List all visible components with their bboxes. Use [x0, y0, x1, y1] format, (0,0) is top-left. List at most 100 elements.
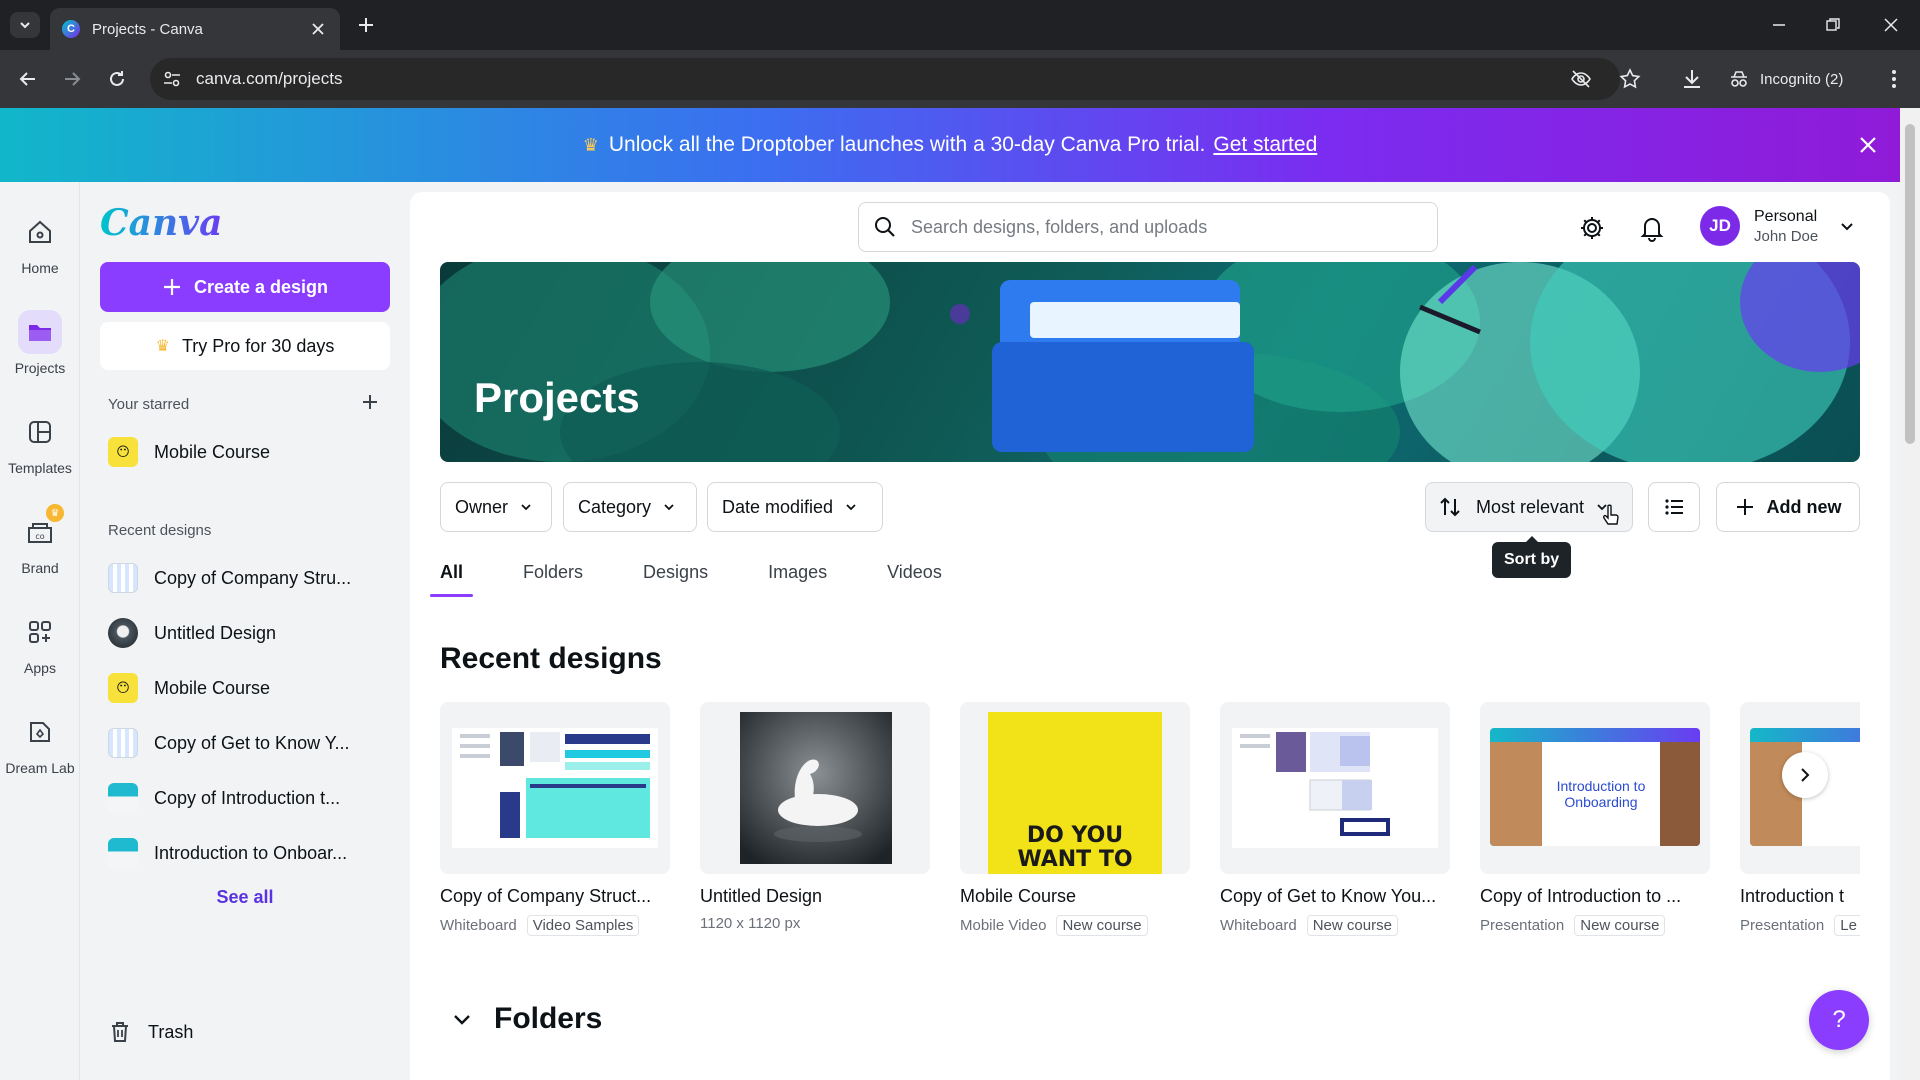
tab-images[interactable]: Images — [768, 554, 827, 597]
recent-item[interactable]: Introduction to Onboar... — [108, 833, 398, 873]
bookmark-star-icon[interactable] — [1618, 67, 1642, 91]
rail-item-home[interactable]: Home — [0, 210, 80, 276]
recent-item[interactable]: 😶 Mobile Course — [108, 668, 398, 708]
design-card[interactable]: Introduction t Presentation Le — [1740, 702, 1860, 936]
site-info-icon[interactable] — [162, 69, 182, 89]
download-icon[interactable] — [1680, 67, 1704, 91]
thumbnail-text: Introduction to Onboarding — [1556, 778, 1646, 810]
design-card[interactable]: Copy of Company Struct... Whiteboard Vid… — [440, 702, 670, 936]
design-type: Mobile Video — [960, 917, 1047, 934]
search-input[interactable] — [911, 216, 1411, 238]
design-card[interactable]: Untitled Design 1120 x 1120 px — [700, 702, 930, 932]
chevron-down-icon — [521, 504, 531, 511]
recent-item-label: Introduction to Onboar... — [154, 842, 348, 863]
recent-item[interactable]: Untitled Design — [108, 613, 398, 653]
chevron-right-icon — [1801, 768, 1810, 782]
recent-section-label: Recent designs — [108, 522, 212, 539]
design-card[interactable]: Copy of Get to Know You... Whiteboard Ne… — [1220, 702, 1450, 936]
browser-tab-active[interactable]: C Projects - Canva — [50, 8, 340, 50]
settings-gear-icon[interactable] — [1578, 214, 1606, 242]
recent-item[interactable]: Copy of Introduction t... — [108, 778, 398, 818]
recent-item[interactable]: Copy of Company Stru... — [108, 558, 398, 598]
rail-item-brand[interactable]: co ♛ Brand — [0, 504, 80, 576]
design-type: 1120 x 1120 px — [700, 915, 801, 932]
brand-icon: co ♛ — [18, 504, 64, 554]
reload-button[interactable] — [103, 65, 131, 93]
notifications-bell-icon[interactable] — [1638, 214, 1666, 242]
add-starred-icon[interactable] — [360, 392, 380, 412]
design-thumbnail — [108, 838, 138, 868]
account-type: Personal — [1754, 207, 1818, 225]
folders-title: Folders — [494, 1002, 603, 1035]
address-bar[interactable]: canva.com/projects — [150, 58, 1620, 100]
plus-icon — [359, 18, 373, 32]
category-filter[interactable]: Category — [563, 482, 697, 532]
url-text: canva.com/projects — [196, 69, 343, 88]
carousel-next-button[interactable] — [1782, 752, 1828, 798]
tab-all[interactable]: All — [429, 554, 474, 597]
back-button[interactable] — [14, 65, 42, 93]
close-promo-icon[interactable] — [1856, 133, 1880, 157]
tab-folders[interactable]: Folders — [523, 554, 583, 597]
see-all-link[interactable]: See all — [80, 887, 410, 908]
rail-item-dream-lab[interactable]: Dream Lab — [0, 710, 80, 776]
rail-item-projects[interactable]: Projects — [0, 310, 80, 376]
rail-item-apps[interactable]: Apps — [0, 610, 80, 676]
add-new-button[interactable]: Add new — [1716, 482, 1860, 532]
sort-arrows-icon — [1440, 497, 1460, 517]
avatar: JD — [1700, 206, 1740, 246]
promo-banner: ♛ Unlock all the Droptober launches with… — [0, 108, 1900, 182]
recent-item-label: Copy of Get to Know Y... — [154, 732, 350, 753]
close-window-button[interactable] — [1876, 12, 1906, 38]
tab-designs[interactable]: Designs — [643, 554, 708, 597]
reload-icon — [110, 71, 124, 86]
account-switcher[interactable]: JD Personal John Doe — [1700, 206, 1854, 246]
incognito-indicator[interactable]: Incognito (2) — [1728, 58, 1843, 100]
rail-item-templates[interactable]: Templates — [0, 410, 80, 476]
restore-window-button[interactable] — [1818, 12, 1848, 38]
canva-logo[interactable]: Canva — [100, 202, 222, 244]
owner-filter[interactable]: Owner — [440, 482, 552, 532]
minimize-window-button[interactable] — [1764, 12, 1794, 38]
incognito-icon — [1731, 71, 1747, 87]
promo-message: Unlock all the Droptober launches with a… — [608, 133, 1206, 156]
design-card[interactable]: DO YOU WANT TO Mobile Course Mobile Vide… — [960, 702, 1190, 936]
try-pro-button[interactable]: ♛ Try Pro for 30 days — [100, 322, 390, 370]
canva-favicon-icon: C — [62, 20, 80, 38]
design-type: Whiteboard — [440, 917, 517, 934]
promo-get-started-link[interactable]: Get started — [1213, 133, 1317, 157]
rail-label: Apps — [24, 660, 56, 676]
starred-item-mobile-course[interactable]: 😶 Mobile Course — [108, 432, 398, 472]
folders-section-toggle[interactable]: Folders — [452, 1002, 602, 1036]
forward-button[interactable] — [58, 65, 86, 93]
recent-item-label: Copy of Company Stru... — [154, 567, 352, 588]
tab-search-button[interactable] — [10, 12, 40, 38]
date-modified-filter[interactable]: Date modified — [707, 482, 883, 532]
design-card[interactable]: Introduction to Onboarding Copy of Intro… — [1480, 702, 1710, 936]
design-type: Whiteboard — [1220, 917, 1297, 934]
tab-videos[interactable]: Videos — [887, 554, 942, 597]
close-icon — [1884, 18, 1898, 32]
chevron-down-icon — [454, 1015, 470, 1025]
main-panel: JD Personal John Doe Projects Owner — [410, 192, 1890, 1080]
create-design-button[interactable]: Create a design — [100, 262, 390, 312]
eye-off-icon[interactable] — [1570, 68, 1592, 90]
design-thumbnail: 😶 — [108, 673, 138, 703]
search-box[interactable] — [858, 202, 1438, 252]
design-title: Copy of Get to Know You... — [1220, 886, 1437, 906]
trash-button[interactable]: Trash — [108, 1020, 193, 1044]
design-title: Copy of Company Struct... — [440, 886, 652, 906]
starred-section-label: Your starred — [108, 396, 190, 413]
scrollbar-thumb[interactable] — [1905, 124, 1915, 444]
content-tabs: All Folders Designs Images Videos — [429, 554, 1002, 597]
design-title: Copy of Introduction to ... — [1480, 886, 1682, 906]
new-tab-button[interactable] — [354, 13, 378, 37]
list-view-button[interactable] — [1648, 482, 1700, 532]
starred-item-label: Mobile Course — [154, 441, 271, 462]
tab-close-icon[interactable] — [308, 19, 328, 39]
browser-menu-icon[interactable] — [1882, 67, 1906, 91]
recent-item[interactable]: Copy of Get to Know Y... — [108, 723, 398, 763]
page-scrollbar[interactable] — [1900, 108, 1920, 1080]
chevron-down-icon — [20, 22, 30, 29]
help-button[interactable]: ? — [1809, 990, 1869, 1050]
